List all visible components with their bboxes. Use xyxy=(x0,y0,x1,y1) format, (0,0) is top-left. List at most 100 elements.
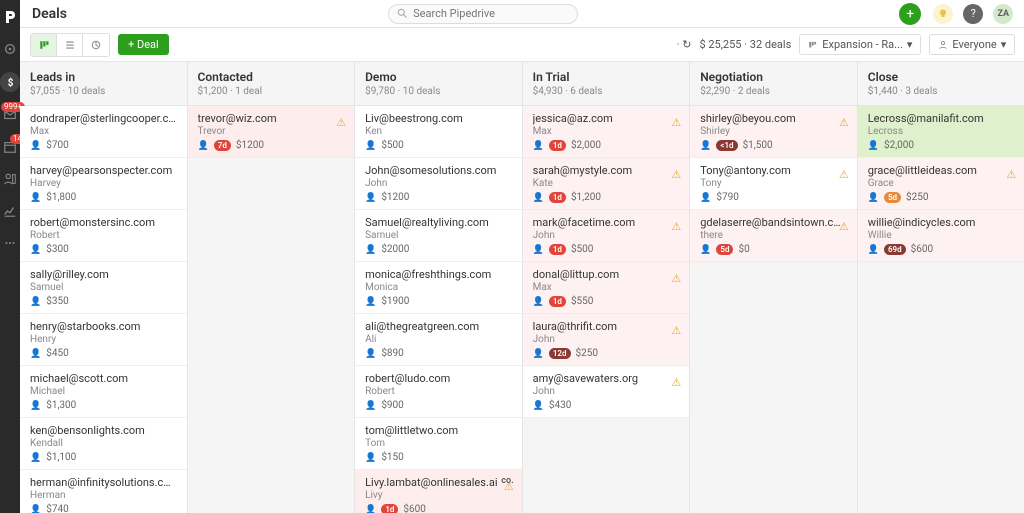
deal-card[interactable]: monica@freshthings.comMonica👤$1900 xyxy=(355,262,522,314)
deal-card[interactable]: ali@thegreatgreen.comAli👤$890 xyxy=(355,314,522,366)
deal-contact: Max xyxy=(30,126,177,137)
deals-icon[interactable]: $ xyxy=(0,72,20,92)
warning-icon: ⚠ xyxy=(671,168,681,181)
column-title: In Trial xyxy=(533,70,680,84)
view-switcher xyxy=(30,33,110,57)
deal-card[interactable]: ⚠grace@littleideas.comGrace👤5d$250 xyxy=(858,158,1024,210)
deal-contact: Samuel xyxy=(30,282,177,293)
kanban-column: Leads in$7,055 · 10 dealsdondraper@sterl… xyxy=(20,62,188,513)
deal-card[interactable]: harvey@pearsonspecter.comHarvey👤$1,800 xyxy=(20,158,187,210)
days-tag: 5d xyxy=(884,192,901,203)
help-icon[interactable]: ? xyxy=(963,4,983,24)
deal-amount: $1,200 xyxy=(571,192,601,203)
deal-card[interactable]: willie@indicycles.comWillie👤69d$600 xyxy=(858,210,1024,262)
days-tag: 1d xyxy=(549,140,566,151)
deal-email: Livy.lambat@onlinesales.ai xyxy=(365,476,512,489)
refresh-icon[interactable]: · ↻ xyxy=(677,38,692,51)
person-icon: 👤 xyxy=(30,141,41,151)
warning-icon: ⚠ xyxy=(671,220,681,233)
mail-icon[interactable]: 999+ xyxy=(1,106,19,124)
add-button[interactable]: + xyxy=(899,3,921,25)
deal-amount: $350 xyxy=(46,296,68,307)
deal-card[interactable]: John@somesolutions.comJohn👤$1200 xyxy=(355,158,522,210)
days-tag: 69d xyxy=(884,244,906,255)
deal-card[interactable]: Lecross@manilafit.comLecross👤$2,000 xyxy=(858,106,1024,158)
deal-card[interactable]: herman@infinitysolutions.comHerman👤$740 xyxy=(20,470,187,513)
deal-card[interactable]: ⚠donal@littup.comMax👤1d$550 xyxy=(523,262,690,314)
deal-card[interactable]: ⚠gdelaserre@bandsintown.comthere👤5d$0 xyxy=(690,210,857,262)
deal-contact: Robert xyxy=(365,386,512,397)
deal-card[interactable]: ⚠shirley@beyou.comShirley👤<1d$1,500 xyxy=(690,106,857,158)
more-icon[interactable] xyxy=(1,234,19,252)
days-tag: 1d xyxy=(549,244,566,255)
list-view-button[interactable] xyxy=(57,34,83,56)
search-input[interactable] xyxy=(388,4,578,24)
deal-card[interactable]: ⚠amy@savewaters.orgJohn👤$430 xyxy=(523,366,690,418)
person-icon: 👤 xyxy=(30,453,41,463)
deal-card[interactable]: ken@bensonlights.comKendall👤$1,100 xyxy=(20,418,187,470)
deal-card[interactable]: sally@rilley.comSamuel👤$350 xyxy=(20,262,187,314)
deal-card[interactable]: dondraper@sterlingcooper.comMax👤$700 xyxy=(20,106,187,158)
pipeline-view-button[interactable] xyxy=(31,34,57,56)
deal-card[interactable]: ⚠Tony@antony.comTony👤$790 xyxy=(690,158,857,210)
deal-email: henry@starbooks.com xyxy=(30,320,177,333)
bulb-icon[interactable] xyxy=(933,4,953,24)
column-title: Contacted xyxy=(198,70,345,84)
focus-icon[interactable] xyxy=(1,40,19,58)
column-meta: $1,200 · 1 deal xyxy=(198,86,345,97)
deal-card[interactable]: ⚠jessica@az.comMax👤1d$2,000 xyxy=(523,106,690,158)
deal-card[interactable]: michael@scott.comMichael👤$1,300 xyxy=(20,366,187,418)
deal-email: willie@indicycles.com xyxy=(868,216,1015,229)
deal-amount: $450 xyxy=(46,348,68,359)
deal-contact: Livy xyxy=(365,490,512,501)
deal-contact: Max xyxy=(533,282,680,293)
deal-contact: Grace xyxy=(868,178,1015,189)
deal-card[interactable]: tom@littletwo.comTom👤$150 xyxy=(355,418,522,470)
deal-amount: $600 xyxy=(911,244,933,255)
person-icon: 👤 xyxy=(700,193,711,203)
contacts-icon[interactable] xyxy=(1,170,19,188)
deal-card[interactable]: ⚠co.Livy.lambat@onlinesales.aiLivy👤1d$60… xyxy=(355,470,522,513)
person-icon: 👤 xyxy=(533,349,544,359)
toolbar: + Deal · ↻ $ 25,255 · 32 deals Expansion… xyxy=(20,28,1024,62)
deal-card[interactable]: Liv@beestrong.comKen👤$500 xyxy=(355,106,522,158)
sidebar: $ 999+ 14 xyxy=(0,0,20,513)
deal-card[interactable]: ⚠sarah@mystyle.comKate👤1d$1,200 xyxy=(523,158,690,210)
deal-card[interactable]: ⚠laura@thrifit.comJohn👤12d$250 xyxy=(523,314,690,366)
kanban-board: Leads in$7,055 · 10 dealsdondraper@sterl… xyxy=(20,62,1024,513)
deal-email: sarah@mystyle.com xyxy=(533,164,680,177)
deal-card[interactable]: henry@starbooks.comHenry👤$450 xyxy=(20,314,187,366)
forecast-view-button[interactable] xyxy=(83,34,109,56)
deal-contact: Henry xyxy=(30,334,177,345)
deal-email: robert@monstersinc.com xyxy=(30,216,177,229)
calendar-icon[interactable]: 14 xyxy=(1,138,19,156)
deal-card[interactable]: Samuel@realtyliving.comSamuel👤$2000 xyxy=(355,210,522,262)
warning-icon: ⚠ xyxy=(839,220,849,233)
deal-card[interactable]: robert@monstersinc.comRobert👤$300 xyxy=(20,210,187,262)
owner-filter[interactable]: Everyone ▾ xyxy=(929,34,1015,55)
deal-contact: Kate xyxy=(533,178,680,189)
search-icon xyxy=(396,7,408,19)
person-icon: 👤 xyxy=(868,193,879,203)
reports-icon[interactable] xyxy=(1,202,19,220)
warning-icon: ⚠ xyxy=(1006,168,1016,181)
column-meta: $1,440 · 3 deals xyxy=(868,86,1015,97)
pipeline-filter[interactable]: Expansion - Ra... ▾ xyxy=(799,34,921,55)
pipeline-summary: $ 25,255 · 32 deals xyxy=(699,38,791,51)
deal-card[interactable]: ⚠mark@facetime.comJohn👤1d$500 xyxy=(523,210,690,262)
warning-icon: ⚠ xyxy=(839,116,849,129)
person-icon: 👤 xyxy=(700,141,711,151)
avatar[interactable]: ZA xyxy=(993,4,1013,24)
deal-email: John@somesolutions.com xyxy=(365,164,512,177)
column-title: Leads in xyxy=(30,70,177,84)
deal-email: shirley@beyou.com xyxy=(700,112,847,125)
days-tag: <1d xyxy=(716,140,737,151)
deal-email: harvey@pearsonspecter.com xyxy=(30,164,177,177)
new-deal-button[interactable]: + Deal xyxy=(118,34,169,55)
deal-email: trevor@wiz.com xyxy=(198,112,345,125)
co-label: co. xyxy=(501,476,513,486)
deal-card[interactable]: ⚠trevor@wiz.comTrevor👤7d$1200 xyxy=(188,106,355,158)
deal-card[interactable]: robert@ludo.comRobert👤$900 xyxy=(355,366,522,418)
page-title: Deals xyxy=(32,6,67,22)
deal-amount: $1900 xyxy=(381,296,409,307)
